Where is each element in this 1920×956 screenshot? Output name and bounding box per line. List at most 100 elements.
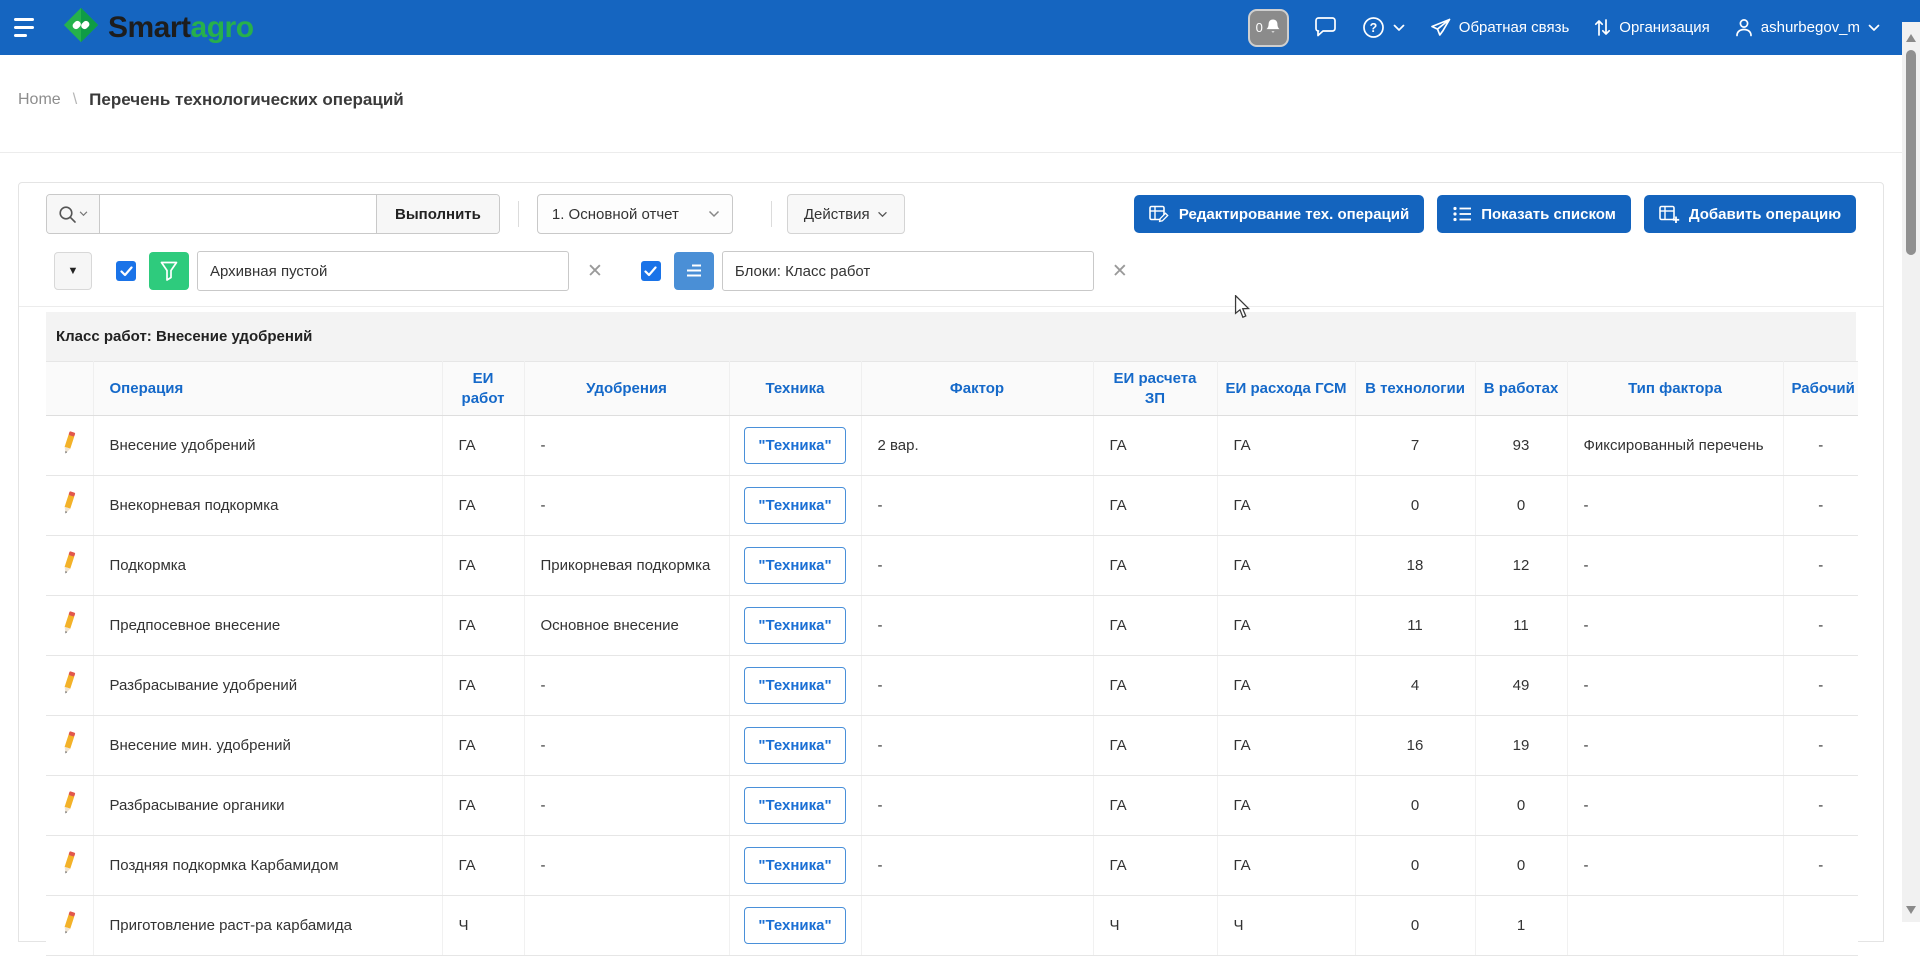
user-menu[interactable]: ashurbegov_m [1735,18,1880,37]
edit-pencil-icon[interactable] [58,923,80,940]
filter-archive-remove-icon[interactable]: ✕ [583,260,607,283]
col-header-factor-type[interactable]: Тип фактора [1567,362,1783,416]
tech-button[interactable]: "Техника" [744,907,845,944]
cell-factor_type: - [1584,677,1589,694]
pencil-icon [58,850,80,876]
col-header-in-tech[interactable]: В технологии [1355,362,1475,416]
col-header-factor[interactable]: Фактор [861,362,1093,416]
filter-blocks-input[interactable] [722,251,1094,291]
actions-label: Действия [804,206,870,223]
cell-worker: - [1818,497,1823,514]
cell-worker: - [1818,737,1823,754]
pencil-icon [58,670,80,696]
col-header-in-works[interactable]: В работах [1475,362,1567,416]
edit-pencil-icon[interactable] [58,683,80,700]
scrollbar-down-arrow-icon[interactable] [1906,906,1916,914]
chat-button[interactable] [1314,17,1337,38]
cell-fertilizer: Прикорневая подкормка [541,557,711,574]
organization-link[interactable]: Организация [1594,18,1709,37]
cell-ei_zp: ГА [1110,497,1127,514]
tech-button[interactable]: "Техника" [744,487,845,524]
chevron-down-icon [79,211,88,217]
breadcrumb-home-link[interactable]: Home [18,91,61,109]
filter-archive-input[interactable] [197,251,569,291]
search-column-button[interactable] [47,195,100,233]
cell-factor: - [878,677,883,694]
col-header-tech[interactable]: Техника [729,362,861,416]
pencil-icon [58,610,80,636]
edit-pencil-icon[interactable] [58,743,80,760]
table-row: Разбрасывание органикиГА-"Техника"-ГАГА0… [46,776,1858,836]
col-header-operation[interactable]: Операция [93,362,442,416]
breadcrumb: Home \ Перечень технологических операций [18,90,404,110]
table-row: Приготовление раст-ра карбамидаЧ"Техника… [46,896,1858,956]
cell-factor_type: - [1584,617,1589,634]
scrollbar-thumb[interactable] [1906,50,1916,255]
cell-ei_zp: ГА [1110,437,1127,454]
scrollbar-up-arrow-icon[interactable] [1906,34,1916,42]
cell-operation: Приготовление раст-ра карбамида [110,917,352,934]
report-select-value: 1. Основной отчет [552,206,679,223]
cell-ei_rabot: ГА [459,797,476,814]
cell-in_works: 93 [1513,437,1530,454]
cell-fertilizer: - [541,497,546,514]
group-by-button[interactable] [674,252,714,290]
col-header-fertilizer[interactable]: Удобрения [524,362,729,416]
cell-factor: - [878,857,883,874]
chevron-down-icon [1393,24,1405,32]
cell-ei_rabot: ГА [459,437,476,454]
filter-archive-checkbox[interactable] [116,261,136,281]
cell-factor: - [878,737,883,754]
cell-ei_zp: ГА [1110,557,1127,574]
edit-pencil-icon[interactable] [58,503,80,520]
notifications-button[interactable]: 0 [1248,9,1289,47]
tech-button[interactable]: "Техника" [744,847,845,884]
report-select[interactable]: 1. Основной отчет [537,194,733,234]
feedback-link[interactable]: Обратная связь [1430,18,1570,38]
filters-dropdown-toggle[interactable]: ▼ [54,252,92,290]
col-header-worker[interactable]: Рабочий [1783,362,1858,416]
tech-button[interactable]: "Техника" [744,547,845,584]
cell-ei_rabot: ГА [459,497,476,514]
edit-pencil-icon[interactable] [58,863,80,880]
page-title: Перечень технологических операций [89,90,404,110]
table-row: ПодкормкаГАПрикорневая подкормка"Техника… [46,536,1858,596]
col-header-ei-rabot[interactable]: ЕИ работ [442,362,524,416]
cell-ei_gsm: ГА [1234,857,1251,874]
tech-button[interactable]: "Техника" [744,607,845,644]
edit-pencil-icon[interactable] [58,623,80,640]
cell-ei_zp: ГА [1110,617,1127,634]
cell-in_works: 0 [1517,857,1525,874]
tech-button[interactable]: "Техника" [744,667,845,704]
filter-funnel-button[interactable] [149,252,189,290]
edit-pencil-icon[interactable] [58,803,80,820]
help-menu[interactable]: ? [1362,16,1405,39]
filter-blocks-remove-icon[interactable]: ✕ [1108,260,1132,283]
brand-name: Smartagro [108,11,254,45]
execute-button[interactable]: Выполнить [376,195,499,233]
check-icon [644,266,657,277]
tech-button[interactable]: "Техника" [744,787,845,824]
filter-blocks-checkbox[interactable] [641,261,661,281]
funnel-icon [160,261,178,281]
actions-menu-button[interactable]: Действия [787,194,905,234]
table-body: Внесение удобренийГА-"Техника"2 вар.ГАГА… [46,416,1858,956]
vertical-scrollbar[interactable] [1902,22,1920,922]
col-header-ei-zp[interactable]: ЕИ расчета ЗП [1093,362,1217,416]
show-as-list-button[interactable]: Показать списком [1437,195,1631,233]
feedback-label: Обратная связь [1459,19,1570,36]
edit-operations-button[interactable]: Редактирование тех. операций [1134,195,1424,233]
menu-hamburger-icon[interactable] [14,11,48,45]
paper-plane-icon [1430,18,1451,38]
edit-pencil-icon[interactable] [58,563,80,580]
search-bar: Выполнить [46,194,500,234]
search-input[interactable] [100,195,376,233]
edit-pencil-icon[interactable] [58,443,80,460]
cell-worker: - [1818,797,1823,814]
tech-button[interactable]: "Техника" [744,727,845,764]
brand-logo[interactable]: Smartagro [62,6,254,49]
add-operation-button[interactable]: Добавить операцию [1644,195,1856,233]
col-header-ei-gsm[interactable]: ЕИ расхода ГСМ [1217,362,1355,416]
cell-fertilizer: - [541,437,546,454]
tech-button[interactable]: "Техника" [744,427,845,464]
